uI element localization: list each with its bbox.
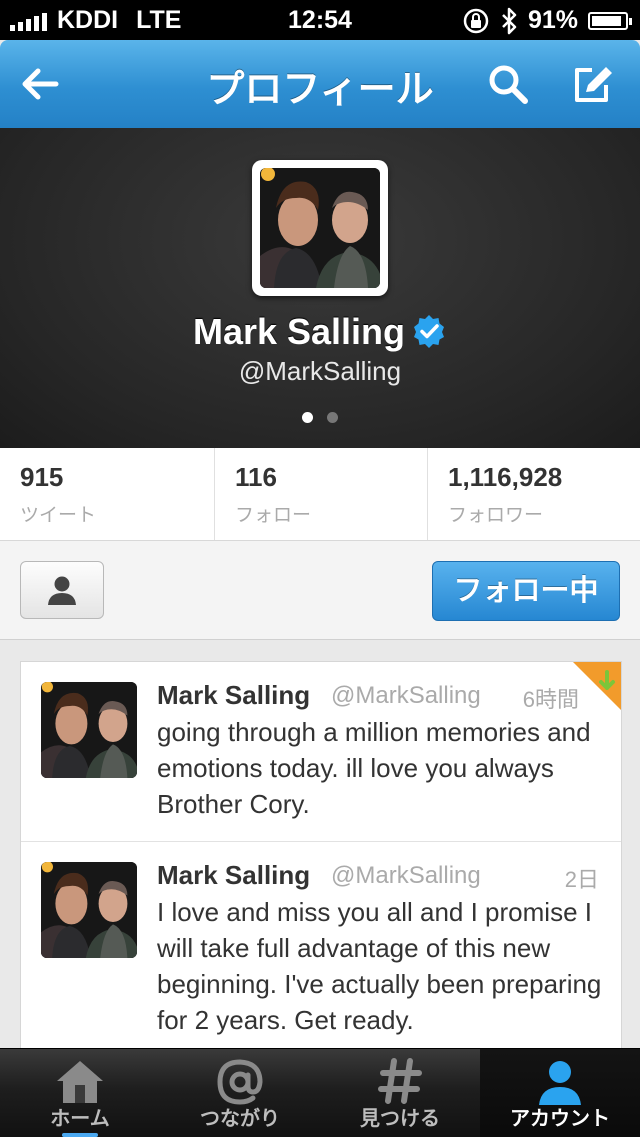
verified-badge-icon (414, 315, 445, 348)
profile-header: Mark Salling @MarkSalling (0, 128, 640, 448)
at-icon (217, 1059, 263, 1105)
rotation-lock-icon (463, 8, 489, 33)
stat-followers[interactable]: 1,116,928 フォロワー (427, 448, 640, 540)
profile-handle: @MarkSalling (238, 356, 402, 386)
tab-connect[interactable]: つながり (160, 1049, 320, 1137)
profile-actions: フォロー中 (0, 541, 640, 640)
battery-percent: 91% (527, 6, 578, 34)
tab-label: 見つける (360, 1108, 440, 1130)
tweet-text: I love and miss you all and I promise I … (157, 897, 602, 1035)
tab-label: ホーム (50, 1108, 110, 1130)
tweet-avatar-image (41, 862, 137, 958)
page-dot-2 (327, 412, 338, 423)
status-right: 91% (462, 6, 632, 35)
tweet-timeline[interactable]: Mark Salling @MarkSalling 6時間 going thro… (20, 661, 622, 1063)
status-bar: KDDI LTE 12:54 91% (0, 0, 640, 40)
compose-icon[interactable] (568, 60, 616, 108)
tab-discover[interactable]: 見つける (320, 1049, 480, 1137)
page-dot-1 (302, 412, 313, 423)
person-menu-button[interactable] (20, 561, 104, 619)
profile-name: Mark Salling (192, 311, 406, 352)
tweet-avatar[interactable] (41, 682, 137, 778)
profile-name-row: Mark Salling (0, 311, 640, 353)
home-icon (57, 1061, 103, 1103)
stat-value: 116 (235, 462, 277, 492)
tweet-avatar[interactable] (41, 862, 137, 958)
unread-indicator (62, 1133, 98, 1137)
stat-value: 915 (20, 462, 64, 492)
avatar-photo (260, 168, 380, 288)
stat-label: フォロワー (448, 505, 544, 526)
gap-indicator-icon (573, 662, 621, 710)
tweet-divider (21, 841, 621, 842)
tweet-avatar-image (41, 682, 137, 778)
following-button[interactable]: フォロー中 (432, 561, 620, 621)
person-icon (48, 576, 76, 605)
hashtag-icon (378, 1058, 422, 1104)
avatar-image (260, 168, 380, 288)
avatar[interactable] (252, 160, 388, 296)
tweet-text: going through a million memories and emo… (157, 717, 591, 819)
bluetooth-icon (502, 7, 517, 34)
stat-value: 1,116,928 (448, 462, 563, 492)
tweet-username: @MarkSalling (331, 682, 481, 709)
tab-account[interactable]: アカウント (480, 1049, 640, 1137)
tweet-time: 6時間 (522, 687, 579, 712)
stat-tweets[interactable]: 915 ツイート (0, 448, 214, 540)
tab-home[interactable]: ホーム (0, 1049, 160, 1137)
tab-label: アカウント (510, 1108, 610, 1130)
stat-label: フォロー (235, 505, 312, 526)
page-indicator[interactable] (302, 412, 338, 423)
profile-stats: 915 ツイート 116 フォロー 1,116,928 フォロワー (0, 448, 640, 541)
tweet-username: @MarkSalling (331, 862, 481, 889)
tweet-author: Mark Salling (157, 860, 311, 890)
stat-label: ツイート (20, 505, 97, 526)
tweet-time: 2日 (564, 867, 599, 892)
navigation-bar: プロフィール (0, 40, 640, 129)
battery-icon (588, 11, 632, 30)
search-icon[interactable] (484, 60, 532, 108)
tab-label: つながり (200, 1108, 280, 1130)
page-title: プロフィール (206, 69, 434, 111)
tweet-author: Mark Salling (157, 680, 311, 710)
tab-bar: ホーム つながり 見つける アカウント (0, 1048, 640, 1137)
account-icon (539, 1061, 581, 1105)
stat-following[interactable]: 116 フォロー (214, 448, 427, 540)
